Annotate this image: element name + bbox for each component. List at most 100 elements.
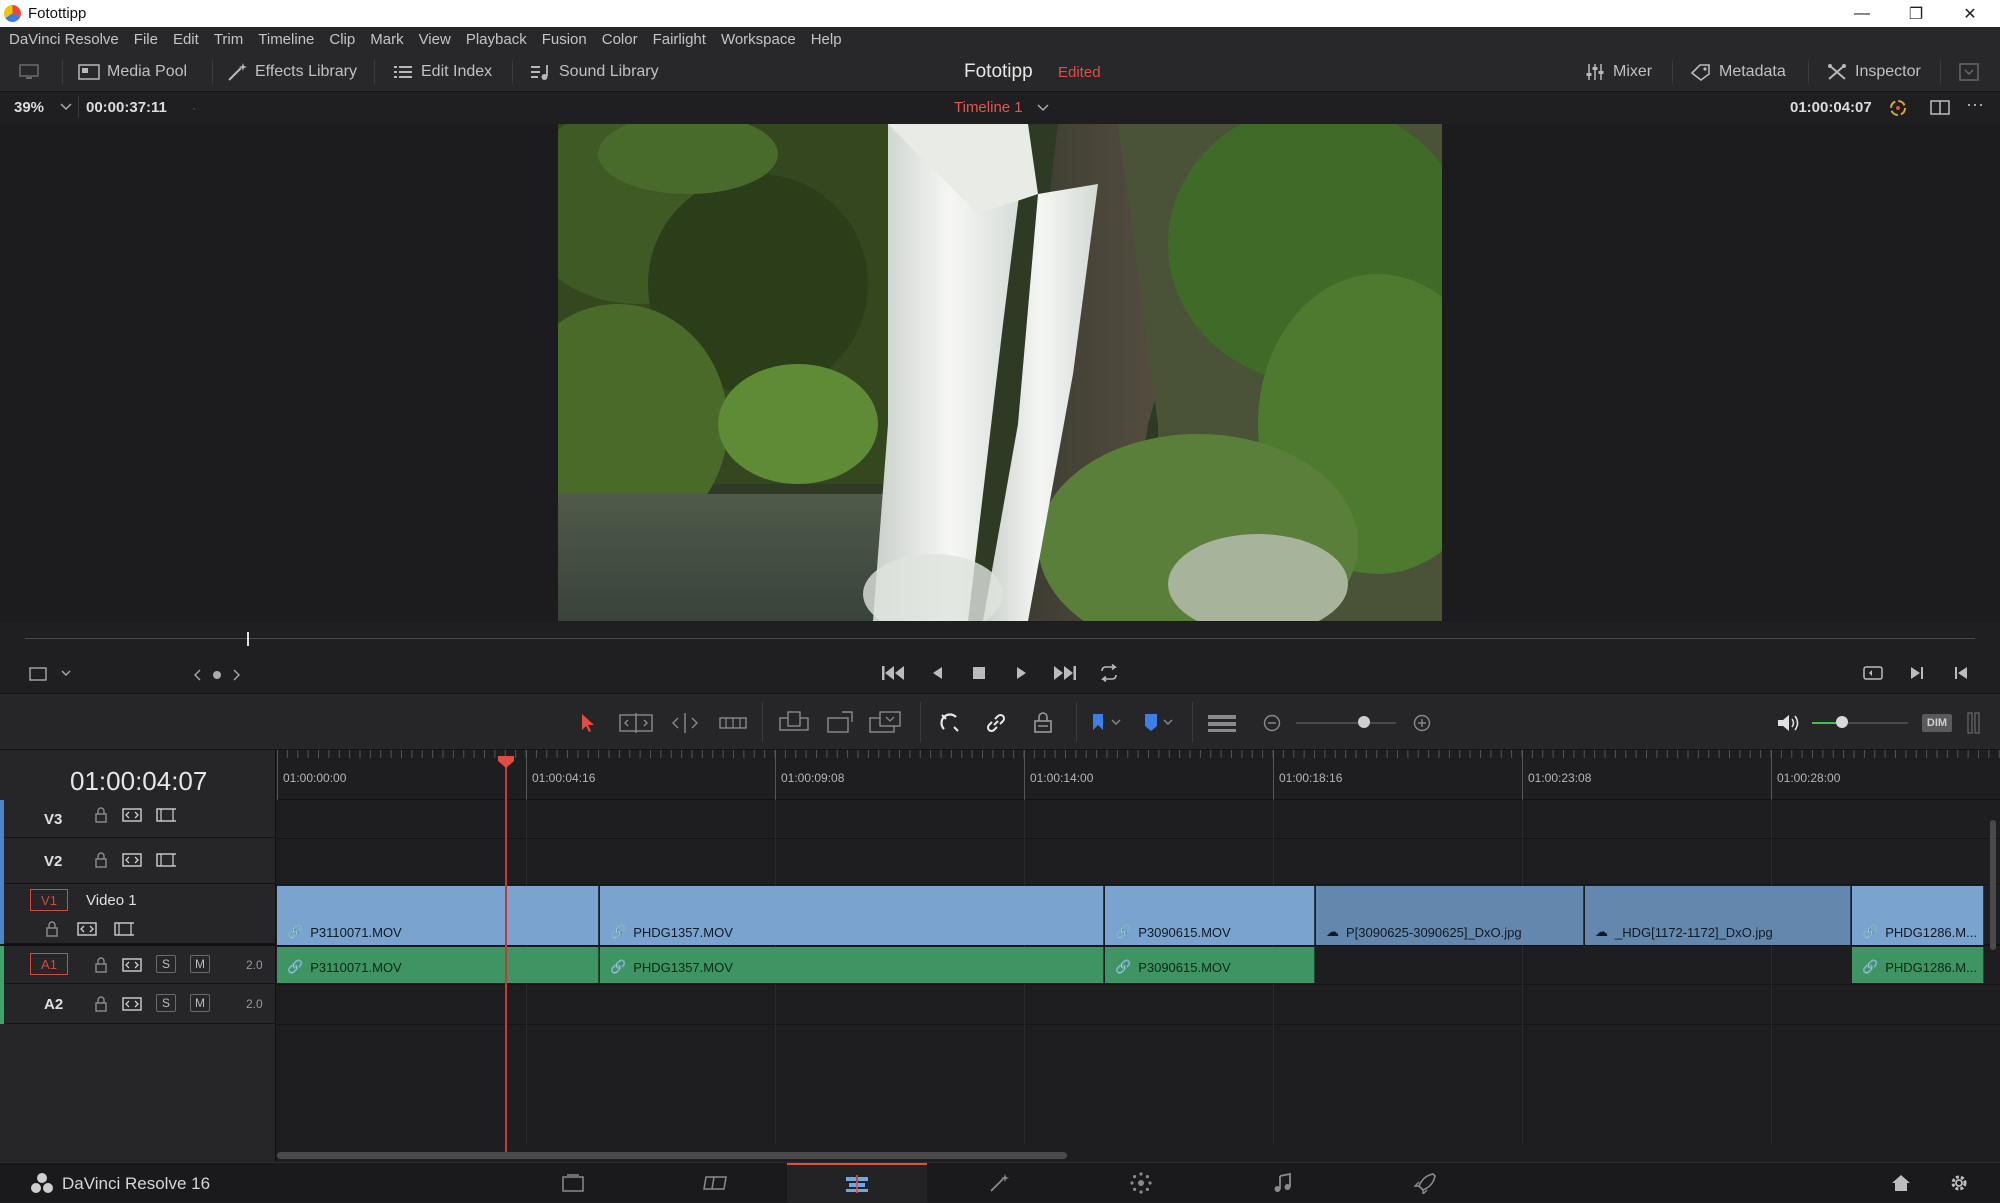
menu-playback[interactable]: Playback	[466, 31, 527, 48]
video-clip[interactable]: 🔗 PHDG1357.MOV	[600, 886, 1104, 945]
expand-panel-button[interactable]	[1958, 52, 1987, 92]
edit-page-button[interactable]	[787, 1163, 927, 1203]
linked-selection-icon[interactable]	[984, 711, 1008, 735]
lock-track-icon[interactable]	[42, 920, 62, 938]
timeline-ruler[interactable]: 01:00:00:00 01:00:04:16 01:00:09:08 01:0…	[277, 750, 2000, 800]
auto-select-icon[interactable]	[122, 851, 142, 869]
menu-edit[interactable]: Edit	[173, 31, 199, 48]
track-enable-icon[interactable]	[156, 851, 176, 869]
dynamic-trim-icon[interactable]	[668, 712, 702, 734]
go-to-end-button[interactable]	[1048, 656, 1082, 690]
overwrite-clip-icon[interactable]	[826, 710, 856, 736]
auto-select-icon[interactable]	[122, 806, 142, 824]
auto-select-icon[interactable]	[122, 995, 142, 1013]
scrub-bar[interactable]	[25, 638, 1975, 639]
zoom-chevron-down-icon[interactable]	[60, 102, 72, 112]
play-reverse-button[interactable]	[920, 656, 954, 690]
mute-a1-button[interactable]: M	[190, 955, 210, 973]
edit-index-button[interactable]: Edit Index	[392, 52, 492, 92]
metadata-button[interactable]: Metadata	[1690, 52, 1786, 92]
still-clip[interactable]: ☁ _HDG[1172-1172]_DxO.jpg	[1585, 886, 1851, 945]
position-lock-icon[interactable]	[1032, 711, 1054, 735]
viewer-zoom[interactable]: 39%	[14, 99, 44, 116]
volume-handle[interactable]	[1836, 716, 1848, 728]
replace-clip-icon[interactable]	[868, 710, 904, 736]
timeline-horizontal-scrollbar[interactable]	[277, 1152, 1067, 1159]
audio-clip[interactable]: 🔗 P3090615.MOV	[1105, 947, 1315, 983]
marker-icon[interactable]	[1142, 712, 1176, 734]
close-window-button[interactable]: ✕	[1942, 0, 1998, 27]
fairlight-page-button[interactable]	[1213, 1163, 1353, 1203]
restore-button[interactable]: ❐	[1888, 0, 1944, 27]
still-clip[interactable]: ☁ P[3090625-3090625]_DxO.jpg	[1316, 886, 1584, 945]
inspector-button[interactable]: Inspector	[1826, 52, 1921, 92]
video-clip[interactable]: 🔗 PHDG1286.M...	[1852, 886, 1984, 945]
video-clip[interactable]: 🔗 P3090615.MOV	[1105, 886, 1315, 945]
blade-edit-icon[interactable]	[718, 712, 748, 734]
dim-button[interactable]: DIM	[1922, 714, 1952, 732]
menu-help[interactable]: Help	[811, 31, 842, 48]
track-id-v1[interactable]: V1	[30, 889, 68, 911]
panel-toggle-button[interactable]	[18, 52, 47, 92]
auto-select-icon[interactable]	[122, 956, 142, 974]
track-id-a1[interactable]: A1	[30, 953, 68, 975]
fusion-page-button[interactable]	[929, 1163, 1069, 1203]
timeline-vertical-scrollbar[interactable]	[1990, 820, 1996, 950]
timeline-chevron-down-icon[interactable]	[1037, 103, 1049, 113]
timeline-zoom-handle[interactable]	[1358, 716, 1370, 728]
timeline-view-options-icon[interactable]	[1206, 712, 1238, 734]
auto-select-icon[interactable]	[77, 920, 97, 938]
menu-fairlight[interactable]: Fairlight	[653, 31, 706, 48]
menu-davinci-resolve[interactable]: DaVinci Resolve	[9, 31, 119, 48]
audio-meter-icon[interactable]	[1962, 712, 1986, 734]
mixer-button[interactable]: Mixer	[1584, 52, 1652, 92]
clip-navigation-icon[interactable]	[192, 667, 242, 683]
flag-icon[interactable]	[1090, 712, 1124, 734]
track-enable-icon[interactable]	[114, 920, 134, 938]
loop-button[interactable]	[1092, 656, 1126, 690]
menu-clip[interactable]: Clip	[329, 31, 355, 48]
stop-button[interactable]	[962, 656, 996, 690]
audio-clip[interactable]: 🔗 P3110071.MOV	[277, 947, 599, 983]
lock-track-icon[interactable]	[91, 995, 111, 1013]
next-frame-button[interactable]	[1900, 656, 1934, 690]
selection-arrow-icon[interactable]	[578, 712, 598, 734]
deliver-page-button[interactable]	[1355, 1163, 1495, 1203]
color-wheel-icon[interactable]	[1888, 98, 1908, 118]
cut-page-button[interactable]	[645, 1163, 785, 1203]
track-enable-icon[interactable]	[156, 806, 176, 824]
menu-color[interactable]: Color	[602, 31, 638, 48]
sound-library-button[interactable]: Sound Library	[530, 52, 659, 92]
mute-a2-button[interactable]: M	[190, 994, 210, 1012]
media-page-button[interactable]	[503, 1163, 643, 1203]
viewer-mode-icon[interactable]	[28, 666, 74, 682]
solo-a1-button[interactable]: S	[156, 955, 176, 973]
video-clip[interactable]: 🔗 P3110071.MOV	[277, 886, 599, 945]
last-frame-button[interactable]	[1944, 656, 1978, 690]
audio-clip[interactable]: 🔗 PHDG1357.MOV	[600, 947, 1104, 983]
match-frame-button[interactable]	[1856, 656, 1890, 690]
insert-clip-icon[interactable]	[776, 710, 812, 736]
menu-fusion[interactable]: Fusion	[542, 31, 587, 48]
timeline-zoom-slider[interactable]	[1296, 722, 1396, 724]
lock-track-icon[interactable]	[91, 806, 111, 824]
menu-mark[interactable]: Mark	[370, 31, 403, 48]
audio-clip[interactable]: 🔗 PHDG1286.M...	[1852, 947, 1984, 983]
playhead-handle-icon[interactable]	[497, 755, 515, 769]
minimize-button[interactable]: —	[1834, 0, 1890, 27]
menu-file[interactable]: File	[134, 31, 158, 48]
lock-track-icon[interactable]	[91, 851, 111, 869]
play-button[interactable]	[1004, 656, 1038, 690]
menu-workspace[interactable]: Workspace	[721, 31, 796, 48]
menu-timeline[interactable]: Timeline	[258, 31, 314, 48]
color-page-button[interactable]	[1071, 1163, 1211, 1203]
dual-viewer-icon[interactable]	[1930, 99, 1950, 117]
settings-gear-icon[interactable]	[1948, 1172, 1970, 1194]
snapping-icon[interactable]	[938, 711, 962, 735]
lock-track-icon[interactable]	[91, 956, 111, 974]
menu-view[interactable]: View	[419, 31, 451, 48]
zoom-out-icon[interactable]	[1262, 713, 1282, 733]
scrub-playhead[interactable]	[247, 632, 249, 646]
track-name-v1[interactable]: Video 1	[86, 892, 137, 909]
volume-icon[interactable]	[1776, 712, 1800, 734]
